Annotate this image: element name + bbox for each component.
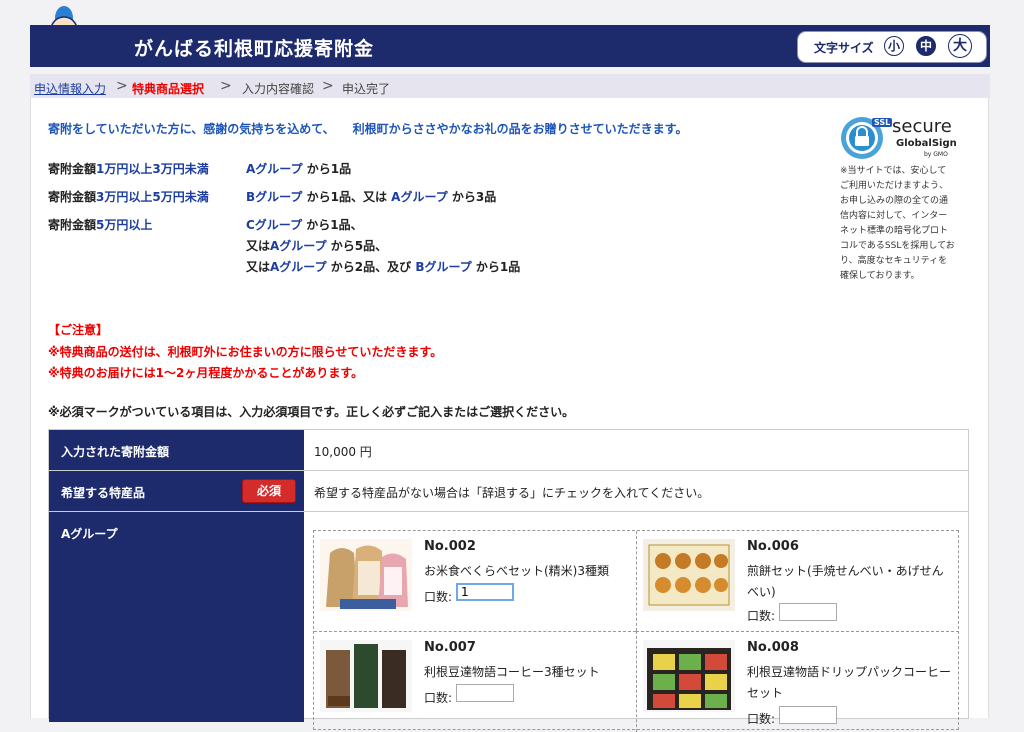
required-note: ※必須マークがついている項目は、入力必須項目です。正しく必ずご記入またはご選択く… — [48, 405, 575, 419]
group-a-header: Aグループ — [49, 512, 304, 722]
condition-3-detail-3: 又はAグループ から2品、及び Bグループ から1品 — [246, 260, 521, 274]
amount-cell: 10,000 円 — [304, 430, 968, 470]
breadcrumb-step-input[interactable]: 申込情報入力 — [34, 80, 106, 97]
condition-3-label: 寄附金額5万円以上 — [48, 218, 153, 232]
font-size-large-button[interactable]: 大 — [948, 34, 972, 58]
product-name: お米食べくらべセット(精米)3種類 — [424, 564, 609, 578]
qty-input[interactable] — [456, 684, 514, 702]
intro-text: 寄附をしていただいた方に、感謝の気持ちを込めて、 利根町からささやかなお礼の品を… — [48, 122, 688, 136]
product-card: No.002 お米食べくらべセット(精米)3種類 口数: — [314, 531, 636, 631]
condition-2-label: 寄附金額3万円以上5万円未満 — [48, 190, 209, 204]
qty-label: 口数: — [424, 590, 453, 604]
product-name: 利根豆達物語コーヒー3種セット — [424, 665, 600, 679]
breadcrumb: 申込情報入力 > 特典商品選択 > 入力内容確認 > 申込完了 — [30, 74, 990, 98]
qty-label: 口数: — [424, 691, 453, 705]
ssl-secure-text: secure — [892, 116, 952, 137]
condition-2-detail: Bグループ から1品、又は Aグループ から3品 — [246, 190, 497, 204]
notice-title: 【ご注意】 — [48, 323, 109, 337]
wish-cell: 希望する特産品がない場合は「辞退する」にチェックを入れてください。 — [304, 471, 968, 511]
qty-label: 口数: — [747, 712, 776, 726]
breadcrumb-separator: > — [116, 78, 128, 94]
group-a-cell: No.002 お米食べくらべセット(精米)3種類 口数: No. — [304, 512, 968, 732]
ssl-brand: GlobalSign — [896, 138, 957, 149]
product-name: 煎餅セット(手焼せんべい・あげせんべい) — [747, 564, 944, 599]
product-name: 利根豆達物語ドリップパックコーヒーセット — [747, 665, 952, 700]
breadcrumb-separator: > — [322, 78, 334, 94]
font-size-switcher: 文字サイズ 小 中 大 — [797, 31, 987, 63]
product-image-rice — [320, 539, 412, 611]
breadcrumb-separator: > — [220, 78, 232, 94]
breadcrumb-step-select: 特典商品選択 — [132, 82, 205, 96]
product-card: No.007 利根豆達物語コーヒー3種セット 口数: — [314, 631, 636, 732]
ssl-seal: SSL secure GlobalSign by GMO ※当サイトでは、安心し… — [840, 114, 960, 281]
qty-label: 口数: — [747, 609, 776, 623]
condition-3-detail-2: 又はAグループ から5品、 — [246, 239, 388, 253]
qty-input[interactable] — [456, 583, 514, 601]
product-number: No.006 — [747, 539, 799, 554]
condition-1-detail: Aグループ から1品 — [246, 162, 352, 176]
donation-form-table: 入力された寄附金額 10,000 円 希望する特産品 必須 希望する特産品がない… — [48, 429, 969, 732]
product-number: No.008 — [747, 640, 799, 655]
group-a-row: Aグループ No.002 お米食べくらべセット(精米)3種類 口数: 1 No.… — [49, 512, 968, 732]
condition-1-label: 寄附金額1万円以上3万円未満 — [48, 162, 209, 176]
ssl-logo: SSL secure GlobalSign by GMO — [840, 114, 960, 162]
amount-header: 入力された寄附金額 — [49, 430, 304, 470]
ssl-description: ※当サイトでは、安心してご利用いただけますよう、お申し込みの際の全ての通信内容に… — [840, 166, 955, 281]
product-number: No.002 — [424, 539, 476, 554]
wish-row: 希望する特産品 必須 希望する特産品がない場合は「辞退する」にチェックを入れてく… — [49, 471, 968, 512]
font-size-small-button[interactable]: 小 — [884, 36, 904, 56]
product-number: No.007 — [424, 640, 476, 655]
amount-row: 入力された寄附金額 10,000 円 — [49, 430, 968, 471]
notice-line-1: ※特典商品の送付は、利根町外にお住まいの方に限らせていただきます。 — [48, 345, 443, 359]
amount-value: 10,000 円 — [314, 445, 372, 459]
ssl-badge: SSL — [872, 118, 893, 127]
notice-line-2: ※特典のお届けには1～2ヶ月程度かかることがあります。 — [48, 366, 364, 380]
font-size-medium-button[interactable]: 中 — [916, 36, 936, 56]
qty-input[interactable] — [779, 603, 837, 621]
product-grid: No.002 お米食べくらべセット(精米)3種類 口数: No. — [313, 530, 959, 732]
product-card: No.008 利根豆達物語ドリップパックコーヒーセット 口数: — [636, 631, 959, 732]
wish-note: 希望する特産品がない場合は「辞退する」にチェックを入れてください。 — [314, 486, 710, 500]
product-image-drip-coffee — [643, 640, 735, 712]
wish-header: 希望する特産品 必須 — [49, 471, 304, 511]
required-badge: 必須 — [242, 479, 296, 503]
product-card: No.006 煎餅セット(手焼せんべい・あげせんべい) 口数: — [636, 531, 959, 631]
font-size-label: 文字サイズ — [814, 41, 874, 55]
condition-3-detail-1: Cグループ から1品、 — [246, 218, 363, 232]
breadcrumb-step-confirm: 入力内容確認 — [242, 82, 315, 96]
site-title: がんばる利根町応援寄附金 — [134, 38, 375, 60]
product-image-senbei — [643, 539, 735, 611]
qty-input[interactable] — [779, 706, 837, 724]
ssl-by: by GMO — [924, 151, 948, 158]
product-image-coffee — [320, 640, 412, 712]
breadcrumb-step-complete: 申込完了 — [342, 82, 391, 96]
